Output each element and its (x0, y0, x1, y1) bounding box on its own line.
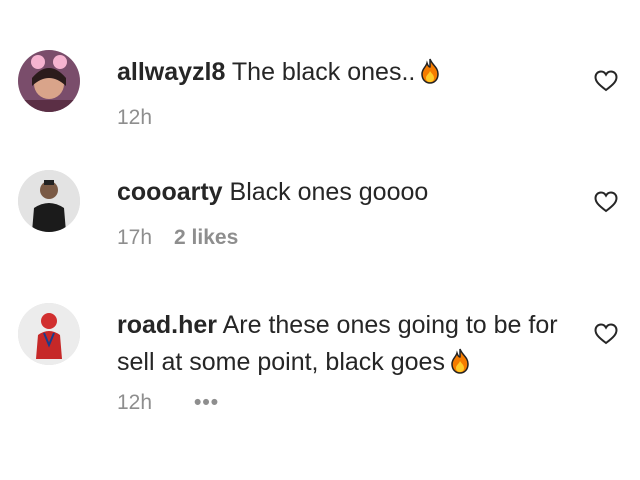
heart-outline-icon[interactable] (594, 323, 618, 345)
avatar[interactable] (18, 303, 80, 365)
comment-meta: 12h ••• (117, 391, 219, 415)
more-options-button[interactable]: ••• (194, 391, 219, 415)
comment-body: road.her Are these ones going to be for … (117, 307, 567, 381)
comment-time: 17h (117, 226, 153, 249)
comment-body: coooarty Black ones goooo (117, 174, 577, 211)
fire-emoji-icon (449, 348, 471, 374)
comment-likes[interactable]: 2 likes (174, 226, 238, 250)
heart-outline-icon[interactable] (594, 70, 618, 92)
avatar[interactable] (18, 170, 80, 232)
comment-time: 12h (117, 391, 153, 414)
fire-emoji-icon (419, 58, 441, 84)
comment-username[interactable]: coooarty (117, 178, 223, 206)
comment-meta: 12h (117, 106, 152, 130)
heart-outline-icon[interactable] (594, 191, 618, 213)
comment-body: allwayzl8 The black ones.. (117, 54, 577, 91)
comment-text: Black ones goooo (229, 178, 429, 206)
comment-time: 12h (117, 106, 153, 129)
comment-username[interactable]: allwayzl8 (117, 58, 225, 86)
comment-meta: 17h 2 likes (117, 226, 238, 250)
comment-text: The black ones.. (231, 58, 416, 86)
comment-username[interactable]: road.her (117, 311, 217, 339)
avatar[interactable] (18, 50, 80, 112)
